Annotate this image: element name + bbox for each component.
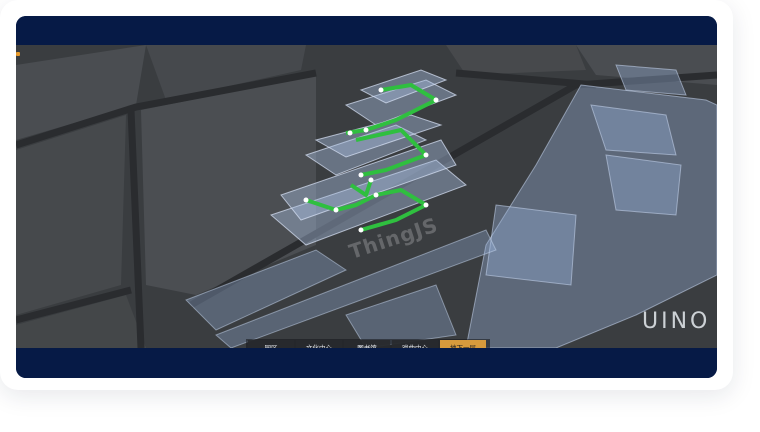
corner-marker <box>16 52 20 56</box>
tab-culture-center[interactable]: 文化中心 <box>296 340 342 348</box>
complex-wing <box>605 154 682 216</box>
route-node <box>368 177 374 183</box>
route-node <box>423 152 429 158</box>
complex-wing <box>485 204 577 286</box>
route-node <box>378 87 384 93</box>
route-node <box>358 172 364 178</box>
complex-roof <box>615 64 687 96</box>
building-tab-bar: 园区 文化中心 图书馆 戏曲中心 地下一层 <box>246 339 490 348</box>
tab-opera-center[interactable]: 戏曲中心 <box>392 340 438 348</box>
viewer-frame: ThingJS UINO 优 园区 文化中心 图书馆 戏曲中心 地下一层 <box>16 16 717 378</box>
tab-basement-1[interactable]: 地下一层 <box>440 340 486 348</box>
tab-park[interactable]: 园区 <box>248 340 294 348</box>
road <box>455 69 597 89</box>
viewer-top-band <box>16 16 717 45</box>
tab-library[interactable]: 图书馆 <box>344 340 390 348</box>
route-node <box>423 202 429 208</box>
route-node <box>358 227 364 233</box>
brand-logo: UINO 优 <box>642 309 717 334</box>
route-node <box>433 97 439 103</box>
route-node <box>303 197 309 203</box>
viewer-bottom-band <box>16 348 717 378</box>
route-node <box>347 130 353 136</box>
route-node <box>363 127 369 133</box>
3d-scene-viewport[interactable]: ThingJS UINO 优 园区 文化中心 图书馆 戏曲中心 地下一层 <box>16 45 717 348</box>
route-node <box>333 207 339 213</box>
card-container: ThingJS UINO 优 园区 文化中心 图书馆 戏曲中心 地下一层 <box>0 0 733 390</box>
route-node <box>373 192 379 198</box>
scene-render <box>16 45 717 348</box>
city-block <box>16 115 126 315</box>
